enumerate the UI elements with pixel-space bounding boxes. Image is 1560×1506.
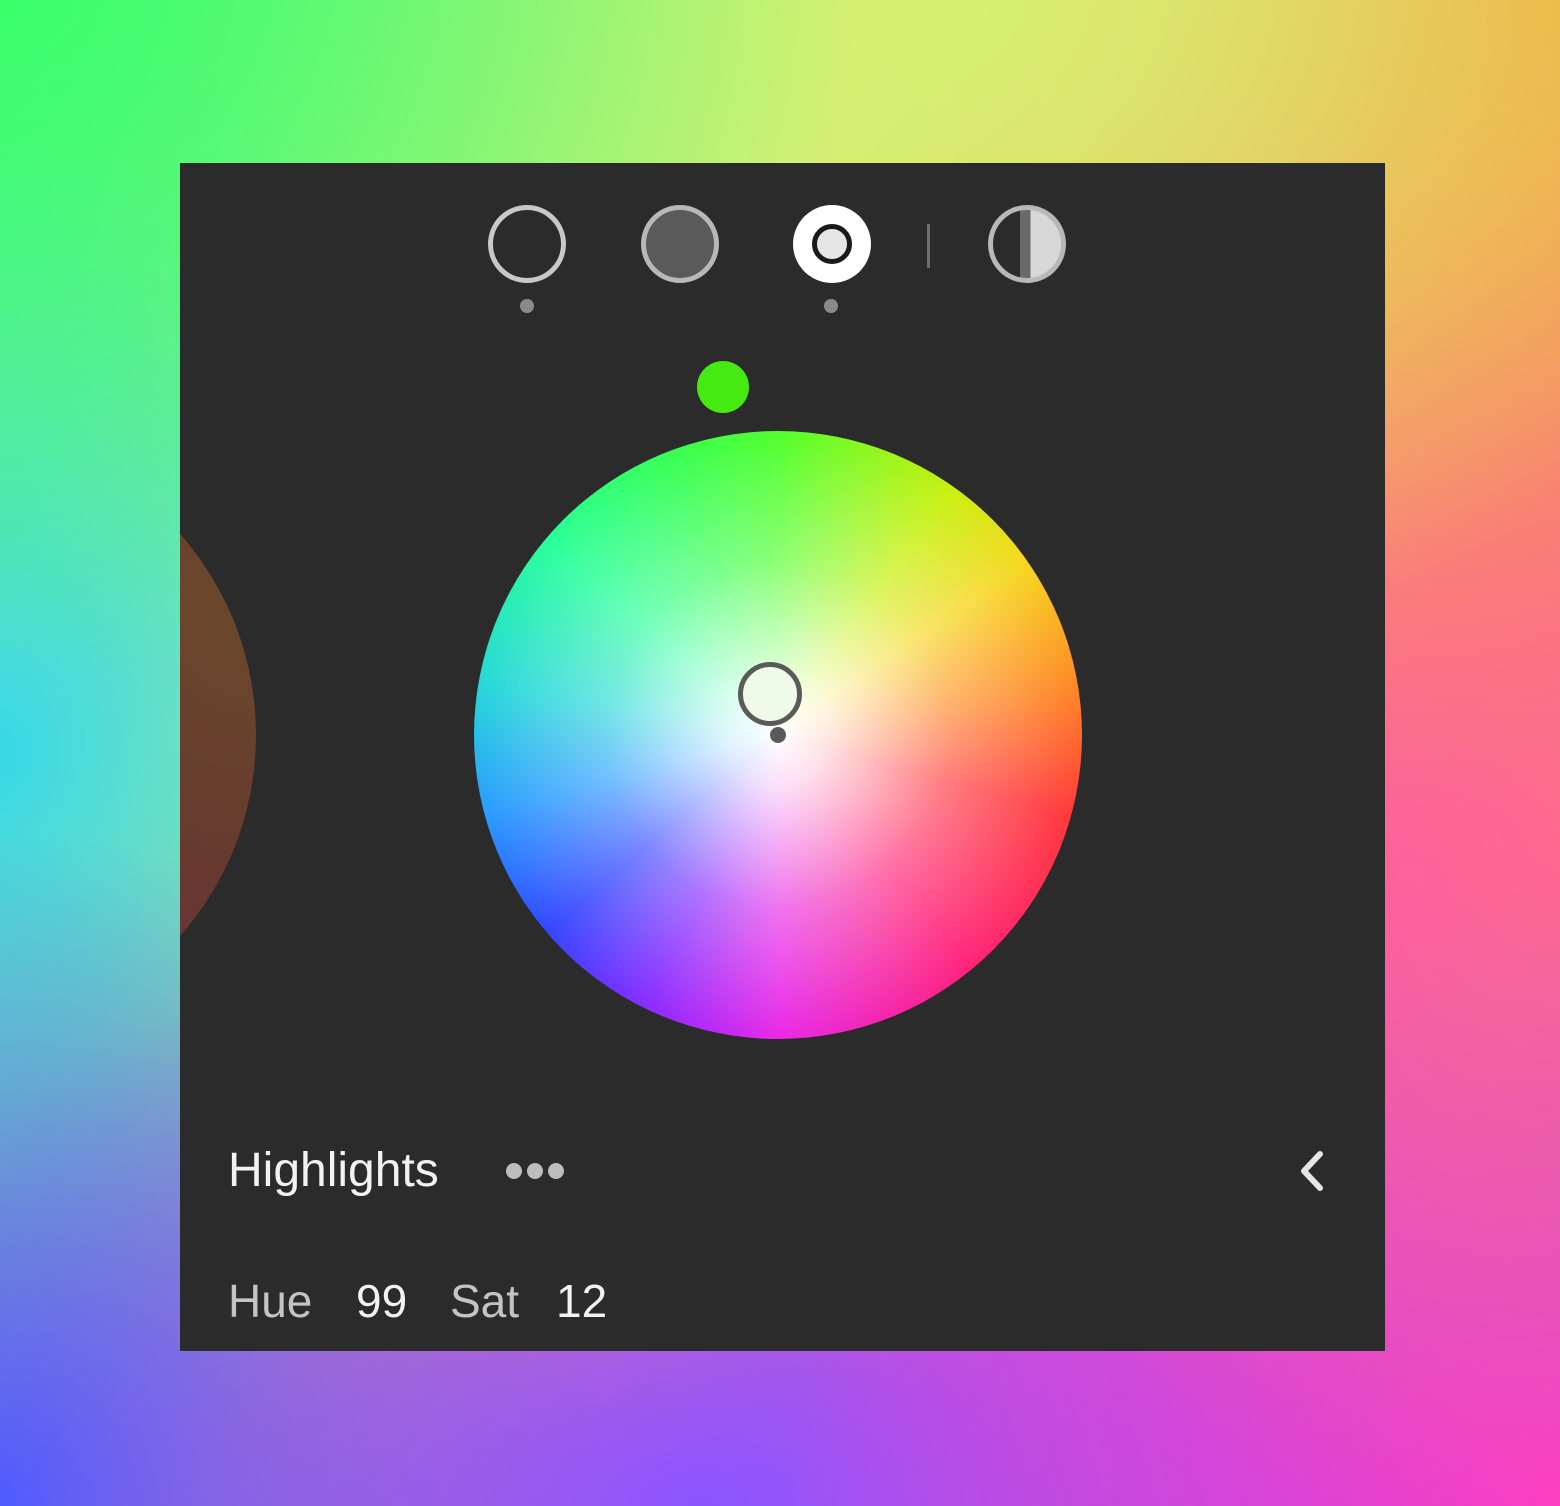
global-mode-button[interactable] <box>488 205 566 283</box>
sat-label: Sat <box>450 1275 520 1327</box>
dot-icon <box>506 1163 522 1179</box>
color-grading-panel: Highlights Hue 99 Sat 12 <box>180 163 1385 1351</box>
global-adjustment-dot <box>520 299 534 313</box>
highlights-circle-icon <box>812 224 852 264</box>
dot-icon <box>527 1163 543 1179</box>
adjacent-color-wheel <box>180 431 256 1039</box>
highlights-adjustment-dot <box>824 299 838 313</box>
split-tone-mode-button[interactable] <box>988 205 1066 283</box>
wheel-handle-dot <box>770 727 786 743</box>
hue-knob[interactable] <box>697 361 749 413</box>
hue-label: Hue <box>228 1275 313 1327</box>
wheel-handle[interactable] <box>738 662 802 726</box>
region-title: Highlights <box>228 1144 439 1197</box>
chevron-left-icon <box>1301 1151 1323 1191</box>
toolbar-divider <box>927 224 930 268</box>
shadows-mode-button[interactable] <box>641 205 719 283</box>
sat-value[interactable]: 12 <box>556 1271 607 1331</box>
hue-value[interactable]: 99 <box>356 1271 407 1331</box>
more-options-button[interactable] <box>500 1155 570 1187</box>
collapse-button[interactable] <box>1290 1148 1334 1194</box>
dot-icon <box>548 1163 564 1179</box>
highlights-mode-button[interactable] <box>793 205 871 283</box>
